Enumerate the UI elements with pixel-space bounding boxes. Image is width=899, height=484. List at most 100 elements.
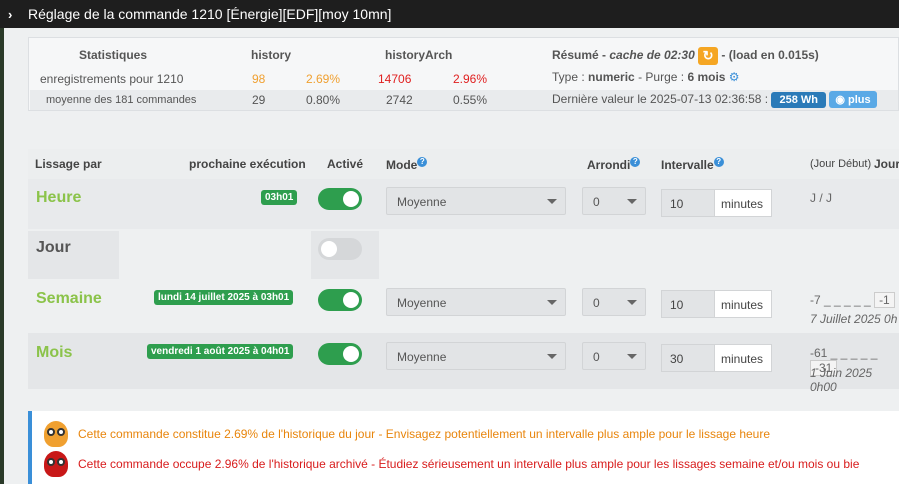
caret-down-icon xyxy=(627,354,637,359)
stats-row1-history: 98 xyxy=(252,72,266,86)
header-arrondi: Arrondi? xyxy=(587,157,641,172)
toggle-semaine[interactable] xyxy=(318,289,362,311)
stats-row2-history-pct: 0.80% xyxy=(306,93,341,107)
caret-down-icon xyxy=(627,199,637,204)
header-arrondi-label: Arrondi xyxy=(587,158,631,172)
mode-value: Moyenne xyxy=(397,296,447,310)
smoothing-table: Lissage par prochaine exécution Activé M… xyxy=(28,149,899,394)
mode-value: Moyenne xyxy=(397,195,447,209)
stats-header-history: history xyxy=(251,48,292,62)
jours-end-input[interactable]: -1 xyxy=(874,292,895,308)
help-icon[interactable]: ? xyxy=(713,157,724,167)
alert-text: Cette commande constitue 2.69% de l'hist… xyxy=(78,427,771,441)
interval-input-semaine[interactable]: 10 xyxy=(661,290,715,318)
stats-row2-history: 29 xyxy=(252,93,266,107)
header-intervalle-label: Intervalle xyxy=(661,158,714,172)
refresh-cache-button[interactable]: ↻ xyxy=(698,47,719,65)
row-label-semaine: Semaine xyxy=(36,290,102,307)
arrondi-value: 0 xyxy=(593,195,600,209)
interval-input-mois[interactable]: 30 xyxy=(661,344,715,372)
jours-semaine: -7 _ _ _ _ _ -1 xyxy=(810,292,895,308)
last-value-badge: 258 Wh xyxy=(771,92,826,108)
interval-unit-semaine: minutes xyxy=(714,290,772,318)
next-execution-badge: lundi 14 juillet 2025 à 03h01 xyxy=(154,290,294,305)
type-purge-line: Type : numeric - Purge : 6 mois ⚙ xyxy=(552,70,740,84)
type-value: numeric xyxy=(588,70,635,84)
alert-text: Cette commande occupe 2.96% de l'histori… xyxy=(78,457,860,471)
row-label-mois: Mois xyxy=(36,344,73,361)
interval-unit-heure: minutes xyxy=(714,189,772,217)
table-header: Lissage par prochaine exécution Activé M… xyxy=(28,149,899,179)
stats-row1-history-pct: 2.69% xyxy=(306,72,341,86)
resume-load: (load en 0.015s) xyxy=(728,48,819,63)
chevron-right-icon[interactable]: › xyxy=(8,7,22,22)
last-value-label: Dernière valeur le 2025-07-13 02:36:58 : xyxy=(552,92,769,106)
alert-red: Cette commande occupe 2.96% de l'histori… xyxy=(44,451,859,477)
purge-value: 6 mois xyxy=(687,70,726,84)
arrondi-select-semaine[interactable]: 0 xyxy=(582,288,646,316)
jours-start: -61 _ _ _ _ _ xyxy=(810,346,878,360)
arrondi-select-heure[interactable]: 0 xyxy=(582,187,646,215)
date-value: 7 Juillet 2025 0h xyxy=(810,312,898,326)
resume-cache: cache de 02:30 xyxy=(609,48,695,63)
mode-select-heure[interactable]: Moyenne xyxy=(386,187,566,215)
cogs-icon[interactable]: ⚙ xyxy=(729,70,740,84)
alerts-panel: Cette commande constitue 2.69% de l'hist… xyxy=(28,411,899,484)
help-icon[interactable]: ? xyxy=(630,157,641,167)
mode-select-mois[interactable]: Moyenne xyxy=(386,342,566,370)
modal-body: Statistiques history historyArch Résumé … xyxy=(4,28,899,484)
jours-start: -7 _ _ _ _ _ xyxy=(810,293,871,307)
row-jour xyxy=(28,229,899,279)
header-mode: Mode? xyxy=(386,157,428,172)
plus-button[interactable]: ◉ plus xyxy=(829,91,877,108)
date-mois: 1 Juin 2025 0h00 xyxy=(810,366,899,394)
toggle-jour[interactable] xyxy=(318,238,362,260)
plus-label: plus xyxy=(848,94,871,106)
owl-orange-icon xyxy=(44,421,68,447)
resume-label: Résumé xyxy=(552,48,599,63)
last-value-line: Dernière valeur le 2025-07-13 02:36:58 :… xyxy=(552,91,877,108)
stats-header-label: Statistiques xyxy=(79,48,148,62)
caret-down-icon xyxy=(547,354,557,359)
caret-down-icon xyxy=(547,300,557,305)
row-label-jour: Jour xyxy=(36,239,71,256)
interval-input-heure[interactable]: 10 xyxy=(661,189,715,217)
statistics-panel: Statistiques history historyArch Résumé … xyxy=(28,37,899,111)
header-active: Activé xyxy=(327,157,364,171)
header-mode-label: Mode xyxy=(386,158,418,172)
owl-red-icon xyxy=(44,451,68,477)
help-icon[interactable]: ? xyxy=(417,157,428,167)
arrondi-select-mois[interactable]: 0 xyxy=(582,342,646,370)
modal-title: Réglage de la commande 1210 [Énergie][ED… xyxy=(28,6,392,22)
modal-titlebar: › Réglage de la commande 1210 [Énergie][… xyxy=(0,0,899,28)
header-intervalle: Intervalle? xyxy=(661,157,724,172)
toggle-heure[interactable] xyxy=(318,188,362,210)
mode-select-semaine[interactable]: Moyenne xyxy=(386,288,566,316)
toggle-mois[interactable] xyxy=(318,343,362,365)
header-prochaine: prochaine exécution xyxy=(189,157,306,171)
stats-row1-arch: 14706 xyxy=(378,72,412,86)
interval-unit-mois: minutes xyxy=(714,344,772,372)
header-lissage: Lissage par xyxy=(35,157,102,171)
stats-header-historyarch: historyArch xyxy=(385,48,453,62)
arrondi-value: 0 xyxy=(593,296,600,310)
date-value: 1 Juin 2025 0h00 xyxy=(810,366,873,394)
purge-label: - Purge : xyxy=(638,70,685,84)
caret-down-icon xyxy=(547,199,557,204)
stats-row1-label: enregistrements pour 1210 xyxy=(40,72,184,86)
next-execution-badge: vendredi 1 août 2025 à 04h01 xyxy=(147,344,294,359)
date-semaine: 7 Juillet 2025 0h xyxy=(810,312,897,326)
stats-row1-arch-pct: 2.96% xyxy=(453,72,488,86)
row-label-heure: Heure xyxy=(36,189,82,206)
stats-row2-label: moyenne des 181 commandes xyxy=(46,94,197,106)
header-jour: Jour xyxy=(874,157,899,171)
type-label: Type : xyxy=(552,70,585,84)
alert-orange: Cette commande constitue 2.69% de l'hist… xyxy=(44,421,770,447)
header-jour-debut: (Jour Début) xyxy=(810,158,872,170)
jours-heure: J / J xyxy=(810,191,833,205)
arrondi-value: 0 xyxy=(593,350,600,364)
stats-row2-arch-pct: 0.55% xyxy=(453,93,488,107)
stats-row2-arch: 2742 xyxy=(386,93,413,107)
resume-block: Résumé - cache de 02:30 ↻ - (load en 0.0… xyxy=(552,47,819,65)
eye-icon: ◉ xyxy=(835,94,845,106)
